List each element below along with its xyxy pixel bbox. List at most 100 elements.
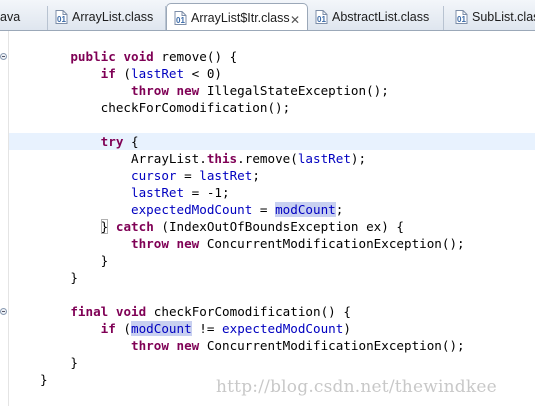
code-keyword: new (176, 236, 200, 251)
code-token: (IndexOutOfBoundsException ex) { (153, 219, 404, 234)
code-field: lastRet (297, 151, 351, 166)
code-keyword: new (176, 83, 200, 98)
code-token: } (40, 253, 109, 268)
code-keyword: throw (131, 236, 169, 251)
code-keyword: try (100, 134, 124, 149)
code-keyword: catch (115, 219, 154, 234)
code-token: checkForComodification(); (40, 100, 291, 115)
svg-text:01: 01 (457, 15, 466, 24)
tab-label: ArrayList.class (72, 10, 154, 24)
code-line[interactable]: if (modCount != expectedModCount) (40, 320, 351, 337)
code-token: = -1; (184, 185, 230, 200)
code-line[interactable]: try { (40, 133, 139, 150)
code-line[interactable]: } (40, 252, 109, 269)
tab-abstractlist-class[interactable]: 01 AbstractList.class (308, 6, 444, 30)
code-line[interactable]: cursor = lastRet; (40, 167, 260, 184)
code-token: IllegalStateException(); (199, 83, 389, 98)
code-keyword: final (70, 304, 109, 319)
code-line[interactable]: } (40, 269, 78, 286)
code-line[interactable]: checkForComodification(); (40, 99, 291, 116)
code-token: } (40, 355, 78, 370)
tab-arraylist-itr-class[interactable]: 01 ArrayList$Itr.class ✕ (166, 3, 308, 30)
editor-tab-bar: ava 01 ArrayList.class 01 ArrayList$Itr.… (0, 0, 535, 31)
code-token: { (123, 134, 139, 149)
tab-label: SubList.class (472, 10, 535, 24)
svg-text:01: 01 (176, 16, 185, 25)
code-keyword: if (100, 66, 116, 81)
code-line[interactable]: final void checkForComodification() { (40, 303, 351, 320)
code-field: modCount (275, 202, 336, 217)
code-token: ConcurrentModificationException(); (199, 338, 465, 353)
code-line[interactable]: } (40, 371, 48, 388)
code-token: = (252, 202, 276, 217)
code-token: checkForComodification() { (146, 304, 351, 319)
code-token: = (176, 168, 200, 183)
code-token: < 0) (184, 66, 223, 81)
code-line[interactable]: throw new ConcurrentModificationExceptio… (40, 235, 465, 252)
code-field: expectedModCount (131, 202, 253, 217)
tab-sublist-class[interactable]: 01 SubList.class (448, 6, 535, 30)
code-token: .remove( (237, 151, 298, 166)
class-file-icon: 01 (455, 10, 468, 24)
code-line[interactable]: if (lastRet < 0) (40, 65, 222, 82)
code-token: ; (335, 202, 344, 217)
code-line[interactable]: throw new IllegalStateException(); (40, 82, 389, 99)
svg-text:01: 01 (317, 15, 326, 24)
code-token: ConcurrentModificationException(); (199, 236, 465, 251)
code-field: modCount (131, 321, 192, 336)
class-file-icon: 01 (315, 10, 328, 24)
code-keyword: throw (131, 83, 169, 98)
code-line[interactable]: ArrayList.this.remove(lastRet); (40, 150, 366, 167)
close-icon[interactable]: ✕ (290, 9, 300, 30)
code-token: ( (115, 321, 132, 336)
code-line[interactable]: throw new ConcurrentModificationExceptio… (40, 337, 465, 354)
code-line[interactable]: } catch (IndexOutOfBoundsException ex) { (40, 218, 404, 235)
tab-arraylist-class[interactable]: 01 ArrayList.class (48, 6, 166, 30)
class-file-icon: 01 (55, 10, 68, 24)
code-keyword: if (100, 321, 116, 336)
code-field: cursor (131, 168, 177, 183)
code-token: ); (350, 151, 367, 166)
code-keyword: new (176, 338, 200, 353)
code-token: remove() { (153, 49, 238, 64)
code-line[interactable]: public void remove() { (40, 48, 237, 65)
code-token: } (40, 270, 78, 285)
code-token: } (40, 372, 48, 387)
tab-java[interactable]: ava (0, 6, 48, 30)
tab-label: AbstractList.class (332, 10, 430, 24)
code-line[interactable]: lastRet = -1; (40, 184, 230, 201)
watermark-text: http://blog.csdn.net/thewindkee (216, 377, 497, 397)
code-keyword: this (206, 151, 238, 166)
code-field: expectedModCount (222, 321, 344, 336)
svg-text:01: 01 (57, 15, 66, 24)
code-field: lastRet (131, 66, 185, 81)
tab-label: ArrayList$Itr.class (191, 11, 290, 25)
fold-collapse-icon[interactable] (0, 308, 7, 315)
code-line[interactable]: } (40, 354, 78, 371)
fold-collapse-icon[interactable] (0, 53, 7, 60)
class-file-icon: 01 (174, 11, 187, 25)
code-line[interactable]: expectedModCount = modCount; (40, 201, 343, 218)
code-editor[interactable]: public void remove() { if (lastRet < 0) … (0, 31, 535, 406)
code-keyword: void (123, 49, 154, 64)
code-field: lastRet (199, 168, 253, 183)
code-token: ; (252, 168, 260, 183)
code-token: != (191, 321, 223, 336)
code-token: ( (115, 66, 132, 81)
